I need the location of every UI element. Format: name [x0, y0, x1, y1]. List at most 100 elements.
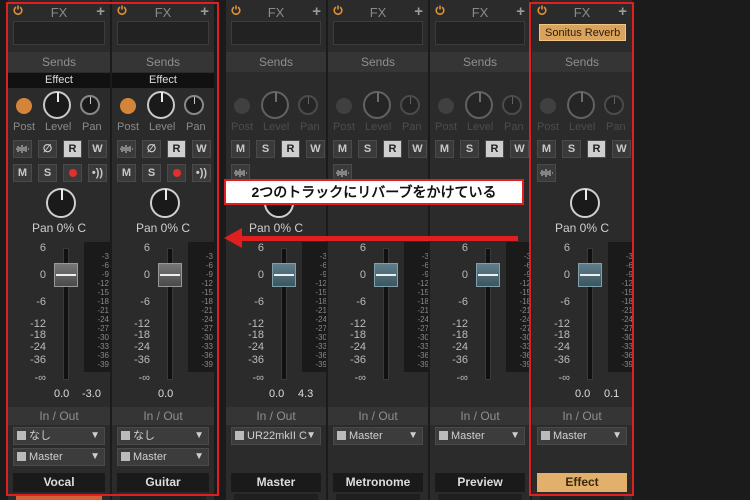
read-button[interactable]: R — [383, 140, 402, 158]
write-button[interactable]: W — [192, 140, 211, 158]
add-fx-icon[interactable]: + — [414, 3, 423, 20]
input-monitor-button[interactable] — [537, 164, 556, 182]
input-select[interactable]: なし ▼ — [13, 427, 105, 445]
fx-slot[interactable] — [13, 21, 105, 45]
write-button[interactable]: W — [306, 140, 325, 158]
send-level-knob[interactable] — [261, 91, 289, 119]
output-icon — [235, 431, 244, 440]
meter-label: -24 — [519, 315, 530, 324]
mute-button[interactable]: M — [117, 164, 136, 182]
read-button[interactable]: R — [167, 140, 186, 158]
send-pan-knob[interactable] — [604, 95, 624, 115]
read-button[interactable]: R — [63, 140, 82, 158]
write-button[interactable]: W — [510, 140, 529, 158]
level-meter: -3 -6 -9 -12 -15 -18 -21 -24 -27 -30 -33… — [188, 242, 214, 372]
track-color — [336, 494, 420, 500]
add-fx-icon[interactable]: + — [516, 3, 525, 20]
track-name[interactable]: Master — [231, 473, 321, 492]
mute-button[interactable]: M — [537, 140, 556, 158]
send-level-knob[interactable] — [363, 91, 391, 119]
send-pan-knob[interactable] — [80, 95, 100, 115]
read-button[interactable]: R — [485, 140, 504, 158]
write-button[interactable]: W — [88, 140, 107, 158]
post-toggle[interactable] — [438, 98, 454, 114]
mute-button[interactable]: M — [435, 140, 454, 158]
record-arm-button[interactable] — [167, 164, 186, 182]
write-button[interactable]: W — [612, 140, 631, 158]
input-monitor-button[interactable] — [13, 140, 32, 158]
pan-knob[interactable] — [46, 188, 76, 218]
track-name[interactable]: Guitar — [117, 473, 209, 492]
output-select[interactable]: Master ▼ — [435, 427, 525, 445]
output-select[interactable]: Master ▼ — [13, 448, 105, 466]
send-pan-knob[interactable] — [502, 95, 522, 115]
track-name[interactable]: Effect — [537, 473, 627, 492]
send-pan-knob[interactable] — [184, 95, 204, 115]
output-select[interactable]: Master ▼ — [537, 427, 627, 445]
track-name[interactable]: Vocal — [13, 473, 105, 492]
pan-knob[interactable] — [570, 188, 600, 218]
read-button[interactable]: R — [281, 140, 300, 158]
record-arm-button[interactable] — [63, 164, 82, 182]
send-level-knob[interactable] — [567, 91, 595, 119]
fader-handle[interactable] — [374, 263, 398, 287]
post-toggle[interactable] — [234, 98, 250, 114]
monitor-button[interactable]: •)) — [192, 164, 211, 182]
meter-label: -27 — [417, 324, 428, 333]
add-fx-icon[interactable]: + — [312, 3, 321, 20]
add-fx-icon[interactable]: + — [618, 3, 627, 20]
add-fx-icon[interactable]: + — [200, 3, 209, 20]
fader-handle[interactable] — [476, 263, 500, 287]
send-name[interactable]: Effect — [8, 73, 110, 88]
fader-handle[interactable] — [272, 263, 296, 287]
solo-button[interactable]: S — [38, 164, 57, 182]
post-toggle[interactable] — [336, 98, 352, 114]
output-select[interactable]: Master ▼ — [333, 427, 423, 445]
send-pan-knob[interactable] — [400, 95, 420, 115]
track-name[interactable]: Metronome — [333, 473, 423, 492]
meter-label: -30 — [315, 333, 326, 342]
fader-handle[interactable] — [158, 263, 182, 287]
mute-button[interactable]: M — [13, 164, 32, 182]
pan-section: Pan 0% C — [112, 188, 214, 238]
track-name[interactable]: Preview — [435, 473, 525, 492]
send-name[interactable]: Effect — [112, 73, 214, 88]
phase-button[interactable]: ∅ — [38, 140, 57, 158]
fx-slot[interactable] — [231, 21, 321, 45]
fx-slot[interactable] — [333, 21, 423, 45]
add-fx-icon[interactable]: + — [96, 3, 105, 20]
meter-label: -33 — [97, 342, 109, 351]
send-level-knob[interactable] — [43, 91, 71, 119]
post-toggle[interactable] — [540, 98, 556, 114]
track-color — [438, 494, 522, 500]
send-level-knob[interactable] — [147, 91, 175, 119]
solo-button[interactable]: S — [460, 140, 479, 158]
post-toggle[interactable] — [120, 98, 136, 114]
fx-slot[interactable] — [117, 21, 209, 45]
mute-button[interactable]: M — [333, 140, 352, 158]
output-select[interactable]: UR22mkII C ▼ — [231, 427, 321, 445]
read-button[interactable]: R — [587, 140, 606, 158]
solo-button[interactable]: S — [256, 140, 275, 158]
scale-label: 0 — [39, 269, 46, 281]
solo-button[interactable]: S — [142, 164, 161, 182]
send-pan-knob[interactable] — [298, 95, 318, 115]
fader-handle[interactable] — [578, 263, 602, 287]
scale-label: -6 — [36, 296, 46, 308]
monitor-button[interactable]: •)) — [88, 164, 107, 182]
write-button[interactable]: W — [408, 140, 427, 158]
send-level-knob[interactable] — [465, 91, 493, 119]
plugin-sonitus-reverb[interactable]: Sonitus Reverb — [539, 24, 627, 41]
solo-button[interactable]: S — [562, 140, 581, 158]
pan-knob[interactable] — [150, 188, 180, 218]
output-select[interactable]: Master ▼ — [117, 448, 209, 466]
fader-handle[interactable] — [54, 263, 78, 287]
fx-slot[interactable] — [435, 21, 525, 45]
solo-button[interactable]: S — [358, 140, 377, 158]
input-select[interactable]: なし ▼ — [117, 427, 209, 445]
post-toggle[interactable] — [16, 98, 32, 114]
scale-label: -6 — [356, 296, 366, 308]
input-monitor-button[interactable] — [117, 140, 136, 158]
phase-button[interactable]: ∅ — [142, 140, 161, 158]
mute-button[interactable]: M — [231, 140, 250, 158]
